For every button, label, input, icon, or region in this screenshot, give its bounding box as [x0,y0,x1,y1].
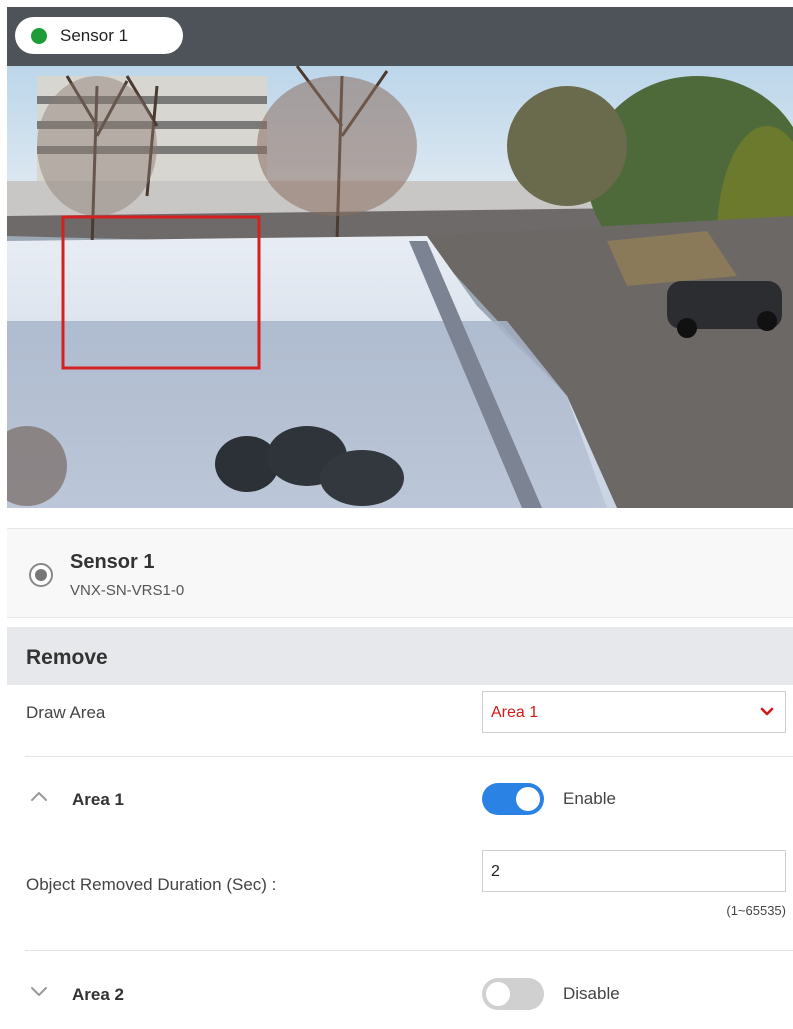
chevron-down-icon [760,707,774,716]
draw-area-select[interactable]: Area 1 [482,691,786,733]
area-2-status-label: Disable [563,984,620,1003]
sensor-info-row: Sensor 1 VNX-SN-VRS1-0 [7,528,793,618]
divider [25,756,793,757]
section-header: Remove [7,627,793,685]
sensor-tab[interactable]: Sensor 1 [15,17,183,54]
area-2-enable-toggle[interactable] [482,978,544,1010]
status-online-icon [31,27,47,44]
object-removed-duration-label: Object Removed Duration (Sec) : [26,875,277,894]
duration-range-hint: (1~65535) [726,903,786,918]
area-1-title[interactable]: Area 1 [72,790,124,810]
divider [25,950,793,951]
draw-area-selected-value: Area 1 [491,704,539,721]
camera-live-view[interactable] [7,66,793,508]
toggle-knob [486,982,510,1006]
chevron-up-icon[interactable] [28,786,50,808]
section-title: Remove [26,646,108,669]
draw-area-label: Draw Area [26,703,106,722]
sensor-tab-label: Sensor 1 [60,25,129,45]
sensor-name: Sensor 1 [70,551,155,573]
camera-frame-image [7,66,793,508]
area-1-status-label: Enable [563,789,616,808]
duration-value: 2 [491,863,500,880]
area-2-title[interactable]: Area 2 [72,985,124,1005]
chevron-down-icon[interactable] [28,980,50,1002]
toggle-knob [516,787,540,811]
sensor-radio[interactable] [29,563,53,587]
object-removed-duration-input[interactable]: 2 [482,850,786,892]
sensor-id: VNX-SN-VRS1-0 [70,582,185,599]
camera-topbar: Sensor 1 [7,7,793,66]
area-1-enable-toggle[interactable] [482,783,544,815]
